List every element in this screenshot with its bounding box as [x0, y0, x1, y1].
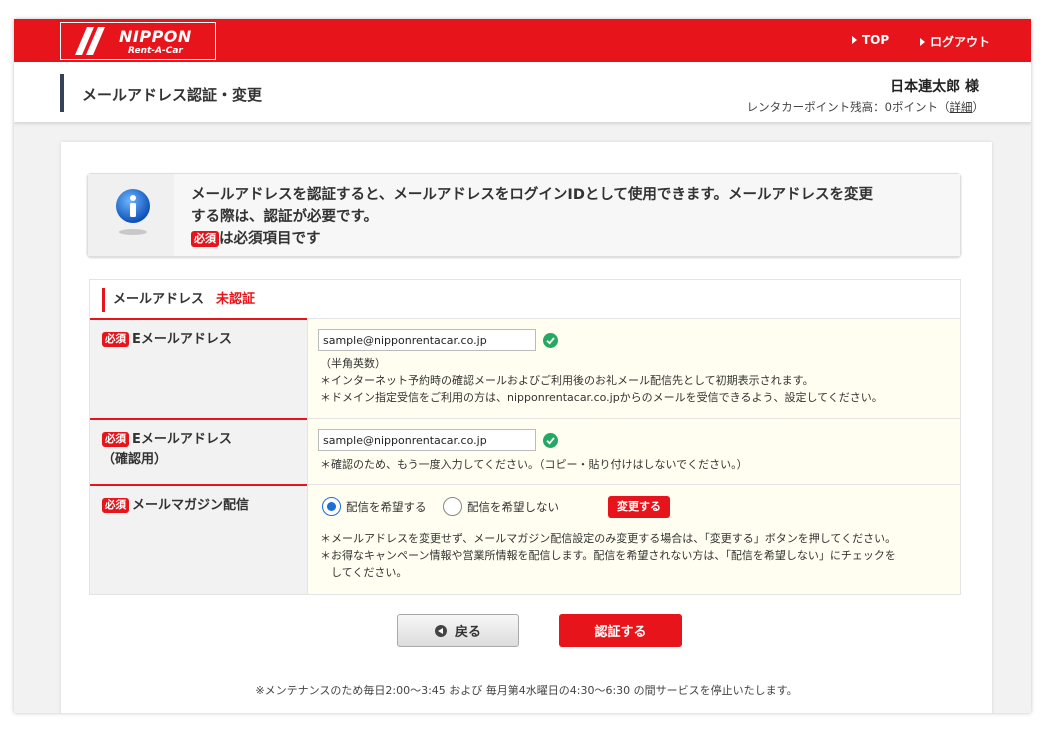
required-badge: 必須	[102, 432, 129, 447]
info-line-2: する際は、認証が必要です。	[191, 209, 379, 225]
radio-no-label: 配信を希望しない	[467, 499, 559, 514]
newsletter-label-text: メールマガジン配信	[132, 498, 250, 513]
email-label-text: Eメールアドレス	[132, 332, 232, 347]
nav-top-link[interactable]: TOP	[852, 33, 889, 47]
logo-sub-text: Rent-A-Car	[128, 46, 183, 56]
radio-unchecked-icon	[443, 497, 462, 516]
back-arrow-icon	[434, 624, 447, 637]
maintenance-notice: ※メンテナンスのため毎日2:00～3:45 および 毎月第4水曜日の4:30～6…	[255, 684, 798, 697]
points-text: レンタカーポイント残高：0ポイント（	[746, 100, 950, 114]
triangle-right-icon	[852, 36, 857, 44]
email-note-3: ＊ドメイン指定受信をご利用の方は、nipponrentacar.co.jpからの…	[320, 391, 883, 404]
required-badge: 必須	[102, 332, 129, 347]
info-box: メールアドレスを認証すると、メールアドレスをログインIDとして使用できます。メー…	[87, 173, 961, 257]
sub-header: メールアドレス認証・変更 日本連太郎 様 レンタカーポイント残高：0ポイント（詳…	[14, 62, 1031, 122]
triangle-right-icon	[920, 37, 925, 46]
points-detail-link[interactable]: 詳細	[950, 100, 973, 114]
email-confirm-note: ＊確認のため、もう一度入力してください。（コピー・貼り付けはしないでください。）	[320, 458, 748, 471]
page-title: メールアドレス認証・変更	[82, 86, 263, 104]
newsletter-field-cell: 配信を希望する 配信を希望しない 変更する ＊メールアドレスを変更せず、メールマ…	[307, 484, 960, 594]
change-button[interactable]: 変更する	[608, 496, 670, 518]
newsletter-label: 必須 メールマガジン配信	[90, 484, 307, 594]
email-input[interactable]	[318, 329, 536, 351]
email-form: メールアドレス未認証 必須Eメールアドレス （半角英数） ＊インターネット予約時…	[89, 279, 961, 595]
back-button-label: 戻る	[454, 625, 481, 640]
nav-logout-label: ログアウト	[930, 35, 991, 49]
required-badge: 必須	[191, 231, 219, 247]
nav-logout-link[interactable]: ログアウト	[920, 33, 990, 50]
back-button[interactable]: 戻る	[397, 614, 519, 647]
email-confirm-row: 必須Eメールアドレス （確認用） ＊確認のため、もう一度入力してください。（コピ…	[90, 418, 960, 484]
section-heading: メールアドレス 未認証	[102, 288, 255, 312]
section-title: メールアドレス	[113, 292, 205, 307]
user-name: 日本連太郎 様	[890, 79, 979, 95]
verification-status: 未認証	[216, 292, 256, 307]
radio-checked-icon	[322, 497, 341, 516]
points-close: ）	[972, 100, 985, 114]
verify-button[interactable]: 認証する	[559, 614, 682, 647]
info-text: メールアドレスを認証すると、メールアドレスをログインIDとして使用できます。メー…	[174, 174, 960, 256]
required-text: は必須項目です	[219, 231, 321, 247]
email-label: 必須 Eメールアドレス	[90, 318, 307, 418]
logo-stripes-icon	[75, 27, 105, 55]
info-line-1: メールアドレスを認証すると、メールアドレスをログインIDとして使用できます。メー…	[191, 187, 873, 203]
email-confirm-label-sub: （確認用）	[102, 452, 168, 467]
newsletter-note-2: ＊お得なキャンペーン情報や営業所情報を配信します。配信を希望されない方は、「配信…	[320, 549, 896, 562]
top-bar: NIPPON Rent-A-Car TOP ログアウト	[14, 19, 1031, 62]
info-icon-area	[88, 174, 174, 256]
email-confirm-field-cell: ＊確認のため、もう一度入力してください。（コピー・貼り付けはしないでください。）	[307, 418, 960, 484]
verify-button-label: 認証する	[594, 625, 647, 640]
email-row: 必須Eメールアドレス （半角英数） ＊インターネット予約時の確認メールおよびご利…	[90, 318, 960, 418]
title-accent-bar	[60, 74, 64, 112]
info-icon	[116, 189, 150, 235]
email-note-1: （半角英数）	[320, 357, 386, 370]
newsletter-note-3: してください。	[320, 566, 408, 579]
info-line-3: 必須 は必須項目です	[191, 228, 960, 250]
valid-check-icon	[543, 333, 558, 348]
nav-top-label: TOP	[862, 33, 890, 47]
radio-yes-label: 配信を希望する	[346, 499, 427, 514]
email-field-cell: （半角英数） ＊インターネット予約時の確認メールおよびご利用後のお礼メール配信先…	[307, 318, 960, 418]
logo-main-text: NIPPON	[119, 27, 192, 46]
email-confirm-input[interactable]	[318, 429, 536, 451]
email-confirm-label-text: Eメールアドレス	[132, 432, 232, 447]
radio-newsletter-yes[interactable]: 配信を希望する	[322, 497, 427, 516]
points-balance: レンタカーポイント残高：0ポイント（詳細）	[747, 99, 984, 115]
valid-check-icon	[543, 433, 558, 448]
email-confirm-label: 必須 Eメールアドレス （確認用）	[90, 418, 307, 484]
newsletter-row: 必須 メールマガジン配信 配信を希望する 配信を希望しない 変更する ＊メールアド…	[90, 484, 960, 594]
newsletter-note-1: ＊メールアドレスを変更せず、メールマガジン配信設定のみ変更する場合は、「変更する…	[320, 532, 897, 545]
main-card: メールアドレスを認証すると、メールアドレスをログインIDとして使用できます。メー…	[61, 142, 992, 713]
nippon-rent-a-car-logo[interactable]: NIPPON Rent-A-Car	[60, 22, 216, 60]
radio-newsletter-no[interactable]: 配信を希望しない	[443, 497, 559, 516]
page-frame: NIPPON Rent-A-Car TOP ログアウト メールアドレス認証・変更…	[14, 19, 1031, 713]
required-badge: 必須	[102, 498, 129, 513]
email-note-2: ＊インターネット予約時の確認メールおよびご利用後のお礼メール配信先として初期表示…	[320, 374, 814, 387]
